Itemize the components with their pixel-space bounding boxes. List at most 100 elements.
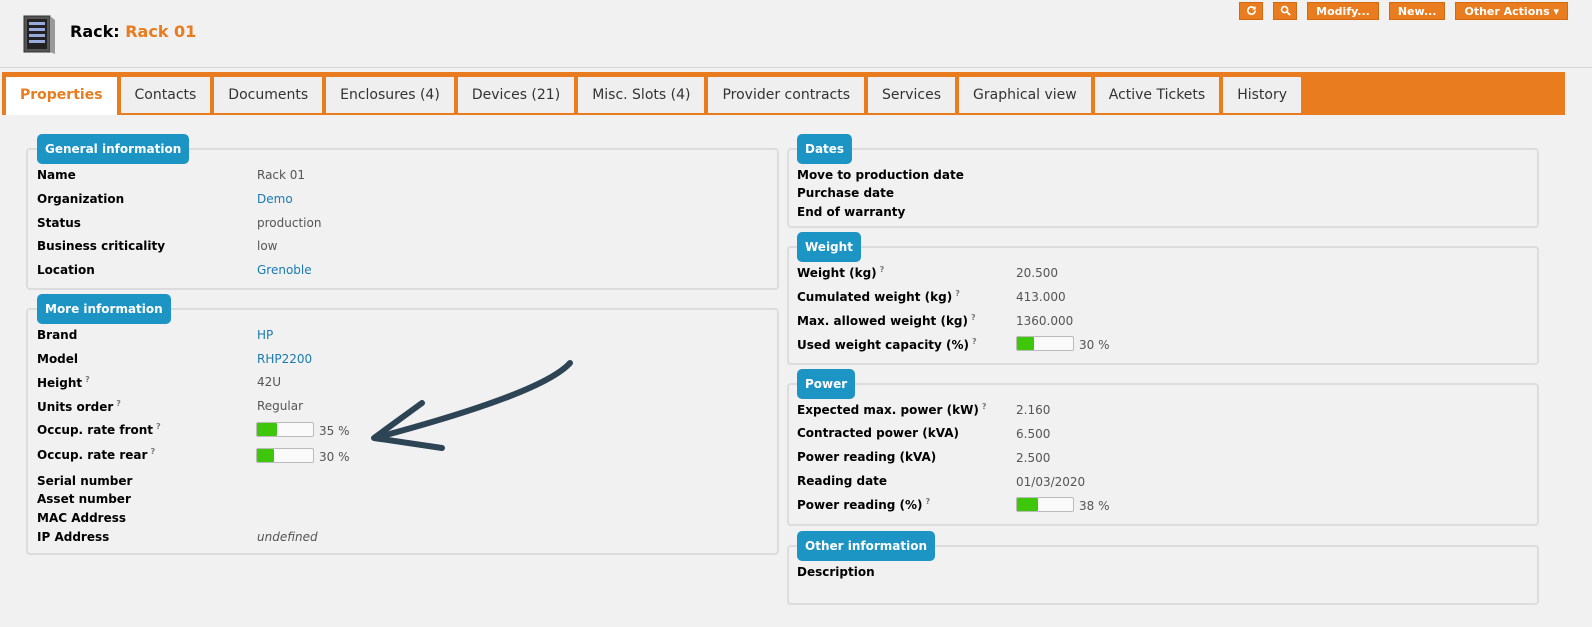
power-reading-value: 2.500: [1016, 451, 1051, 465]
object-class-label: Rack:: [70, 22, 120, 41]
more-info-legend: More information: [37, 294, 171, 324]
location-link[interactable]: Grenoble: [257, 263, 312, 277]
power-reading-pct-label-text: Power reading (%): [797, 498, 923, 512]
help-icon[interactable]: ?: [880, 265, 885, 274]
ip-label: IP Address: [37, 530, 110, 544]
brand-label: Brand: [37, 328, 78, 342]
contracted-power-value: 6.500: [1016, 427, 1051, 441]
name-value: Rack 01: [257, 168, 306, 182]
expected-power-label-text: Expected max. power (kW): [797, 403, 979, 417]
other-actions-button[interactable]: Other Actions ▾: [1455, 2, 1568, 20]
max-weight-label: Max. allowed weight (kg)?: [797, 313, 976, 328]
used-weight-label: Used weight capacity (%)?: [797, 337, 977, 352]
units-order-label-text: Units order: [37, 400, 114, 414]
organization-link[interactable]: Demo: [257, 192, 293, 206]
search-button[interactable]: [1273, 2, 1298, 20]
dates-legend: Dates: [797, 134, 853, 164]
occup-rear-label-text: Occup. rate rear: [37, 448, 148, 462]
power-reading-label: Power reading (kVA): [797, 450, 937, 464]
tab-contacts[interactable]: Contacts: [120, 77, 211, 113]
occup-rear-percent: 30 %: [319, 450, 350, 464]
general-info-legend: General information: [37, 134, 190, 164]
help-icon[interactable]: ?: [85, 375, 90, 384]
help-icon[interactable]: ?: [926, 497, 931, 506]
weight-legend: Weight: [797, 232, 861, 262]
action-toolbar: Modify... New... Other Actions ▾: [1239, 2, 1568, 20]
tab-provider-contracts[interactable]: Provider contracts: [708, 77, 864, 113]
contracted-power-label: Contracted power (kVA): [797, 426, 959, 440]
power-legend: Power: [797, 369, 856, 399]
tab-devices[interactable]: Devices (21): [457, 77, 575, 113]
occup-rear-bar-fill: [257, 449, 274, 462]
annotation-arrow: [371, 360, 573, 451]
expected-power-label: Expected max. power (kW)?: [797, 402, 986, 417]
help-icon[interactable]: ?: [982, 402, 987, 411]
weight-label: Weight (kg)?: [797, 265, 884, 280]
status-value: production: [257, 216, 322, 230]
brand-link[interactable]: HP: [257, 328, 273, 342]
help-icon[interactable]: ?: [972, 337, 977, 346]
occup-front-label: Occup. rate front?: [37, 422, 161, 437]
refresh-button[interactable]: [1239, 2, 1264, 20]
search-icon: [1280, 5, 1291, 16]
purchase-date-label: Purchase date: [797, 186, 895, 200]
help-icon[interactable]: ?: [150, 447, 155, 456]
general-info-fieldset: [26, 148, 779, 290]
tab-documents[interactable]: Documents: [214, 77, 323, 113]
rack-icon: [23, 15, 55, 54]
tab-history[interactable]: History: [1223, 77, 1302, 113]
tab-properties[interactable]: Properties: [6, 77, 117, 115]
tab-services[interactable]: Services: [868, 77, 956, 113]
tab-misc-slots[interactable]: Misc. Slots (4): [578, 77, 705, 113]
units-order-value: Regular: [257, 399, 304, 413]
reading-date-value: 01/03/2020: [1016, 475, 1086, 489]
description-label: Description: [797, 565, 875, 579]
height-label-text: Height: [37, 376, 83, 390]
new-button[interactable]: New...: [1388, 2, 1446, 20]
tab-enclosures[interactable]: Enclosures (4): [326, 77, 454, 113]
modify-button[interactable]: Modify...: [1307, 2, 1379, 20]
name-label: Name: [37, 168, 76, 182]
expected-power-value: 2.160: [1016, 403, 1051, 417]
end-of-warranty-label: End of warranty: [797, 205, 906, 219]
page-title: Rack: Rack 01: [70, 22, 196, 41]
location-label: Location: [37, 263, 95, 277]
max-weight-value: 1360.000: [1016, 314, 1074, 328]
weight-label-text: Weight (kg): [797, 266, 877, 280]
power-reading-percent: 38 %: [1079, 499, 1110, 513]
power-reading-pct-label: Power reading (%)?: [797, 497, 930, 512]
object-name: Rack 01: [125, 22, 197, 41]
occup-front-label-text: Occup. rate front: [37, 423, 154, 437]
organization-label: Organization: [37, 192, 125, 206]
criticality-label: Business criticality: [37, 239, 166, 253]
model-link[interactable]: RHP2200: [257, 352, 312, 366]
other-info-legend: Other information: [797, 531, 935, 561]
help-icon[interactable]: ?: [971, 313, 976, 322]
used-weight-percent: 30 %: [1079, 338, 1110, 352]
ip-value: undefined: [257, 530, 318, 544]
mac-label: MAC Address: [37, 511, 127, 525]
serial-label: Serial number: [37, 474, 133, 488]
cumulated-weight-label-text: Cumulated weight (kg): [797, 290, 953, 304]
move-to-production-label: Move to production date: [797, 168, 964, 182]
occup-front-percent: 35 %: [319, 424, 350, 438]
max-weight-label-text: Max. allowed weight (kg): [797, 314, 968, 328]
tab-active-tickets[interactable]: Active Tickets: [1094, 77, 1220, 113]
used-weight-bar-fill: [1017, 337, 1034, 350]
refresh-icon: [1246, 5, 1256, 16]
help-icon[interactable]: ?: [116, 399, 121, 408]
criticality-value: low: [257, 239, 278, 253]
height-label: Height?: [37, 375, 90, 390]
help-icon[interactable]: ?: [156, 422, 161, 431]
occup-front-bar: [256, 422, 314, 437]
used-weight-bar: [1016, 336, 1074, 351]
power-reading-bar-fill: [1017, 498, 1039, 511]
header-divider: [0, 67, 1592, 68]
help-icon[interactable]: ?: [955, 289, 960, 298]
tab-graphical-view[interactable]: Graphical view: [959, 77, 1091, 113]
status-label: Status: [37, 216, 81, 230]
units-order-label: Units order?: [37, 399, 121, 414]
cumulated-weight-value: 413.000: [1016, 290, 1066, 304]
power-reading-bar: [1016, 497, 1074, 512]
height-value: 42U: [257, 375, 282, 389]
